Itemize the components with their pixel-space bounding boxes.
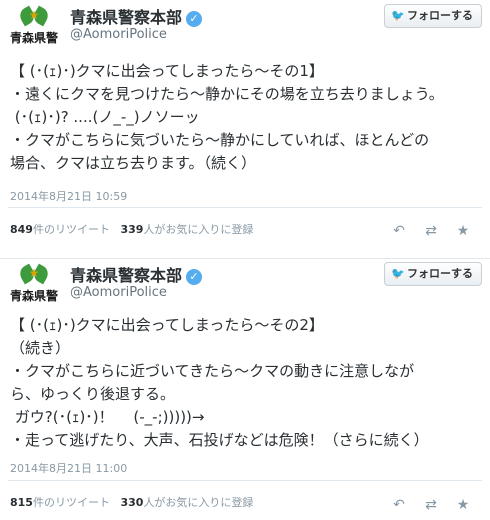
avatar[interactable]: ★ 青森県警 — [8, 5, 60, 46]
tweet-stats: 849件のリツイート 339人がお気に入りに登録 — [10, 221, 253, 237]
twitter-bird-icon: 🐦 — [391, 267, 405, 280]
divider — [8, 480, 482, 481]
favorite-count-label: 人がお気に入りに登録 — [143, 496, 254, 509]
verified-check-icon: ✓ — [186, 11, 203, 27]
tweet-text: 【 (･(ｪ)･)クマに出会ってしまったら〜その2】 （続き） ・クマがこちらに… — [10, 316, 429, 449]
avatar[interactable]: ★ 青森県警 — [8, 263, 60, 304]
retweet-count[interactable]: 849 — [10, 223, 33, 236]
follow-button[interactable]: 🐦 フォローする — [384, 262, 482, 286]
tweet-stats: 815件のリツイート 330人がお気に入りに登録 — [10, 494, 253, 510]
retweet-icon[interactable]: ⇄ — [418, 497, 444, 513]
follow-button[interactable]: 🐦 フォローする — [384, 4, 482, 28]
reply-icon[interactable]: ↶ — [386, 223, 412, 239]
account-name[interactable]: 青森県警察本部 ✓ — [70, 4, 203, 28]
retweet-count-label: 件のリツイート — [32, 496, 110, 509]
avatar-label: 青森県警 — [9, 289, 58, 303]
police-crest-icon: ★ — [16, 5, 52, 27]
avatar-label: 青森県警 — [9, 31, 58, 45]
favorite-count[interactable]: 330 — [120, 496, 143, 509]
star-icon[interactable]: ★ — [450, 497, 476, 513]
tweet-timestamp[interactable]: 2014年8月21日 10:59 — [10, 188, 127, 204]
tweet-timestamp[interactable]: 2014年8月21日 11:00 — [10, 460, 127, 476]
favorite-count-label: 人がお気に入りに登録 — [143, 223, 254, 236]
tweet-card: ★ 青森県警 青森県警察本部 ✓ @AomoriPolice 🐦 フォローする 【 … — [0, 0, 490, 259]
account-handle[interactable]: @AomoriPolice — [70, 285, 167, 300]
account-handle[interactable]: @AomoriPolice — [70, 27, 167, 42]
retweet-count[interactable]: 815 — [10, 496, 33, 509]
tweet-card: ★ 青森県警 青森県警察本部 ✓ @AomoriPolice 🐦 フォローする 【 … — [0, 258, 490, 520]
police-crest-icon: ★ — [16, 263, 52, 285]
favorite-count[interactable]: 339 — [120, 223, 143, 236]
tweet-actions: ↶ ⇄ ★ — [380, 220, 476, 239]
divider — [8, 207, 482, 208]
verified-check-icon: ✓ — [186, 269, 203, 285]
account-name[interactable]: 青森県警察本部 ✓ — [70, 262, 203, 286]
twitter-bird-icon: 🐦 — [391, 9, 405, 22]
retweet-count-label: 件のリツイート — [32, 223, 110, 236]
retweet-icon[interactable]: ⇄ — [418, 223, 444, 239]
star-icon[interactable]: ★ — [450, 223, 476, 239]
tweet-actions: ↶ ⇄ ★ — [380, 494, 476, 513]
reply-icon[interactable]: ↶ — [386, 497, 412, 513]
tweet-text: 【 (･(ｪ)･)クマに出会ってしまったら〜その1】 ・遠くにクマを見つけたら〜… — [10, 62, 444, 172]
